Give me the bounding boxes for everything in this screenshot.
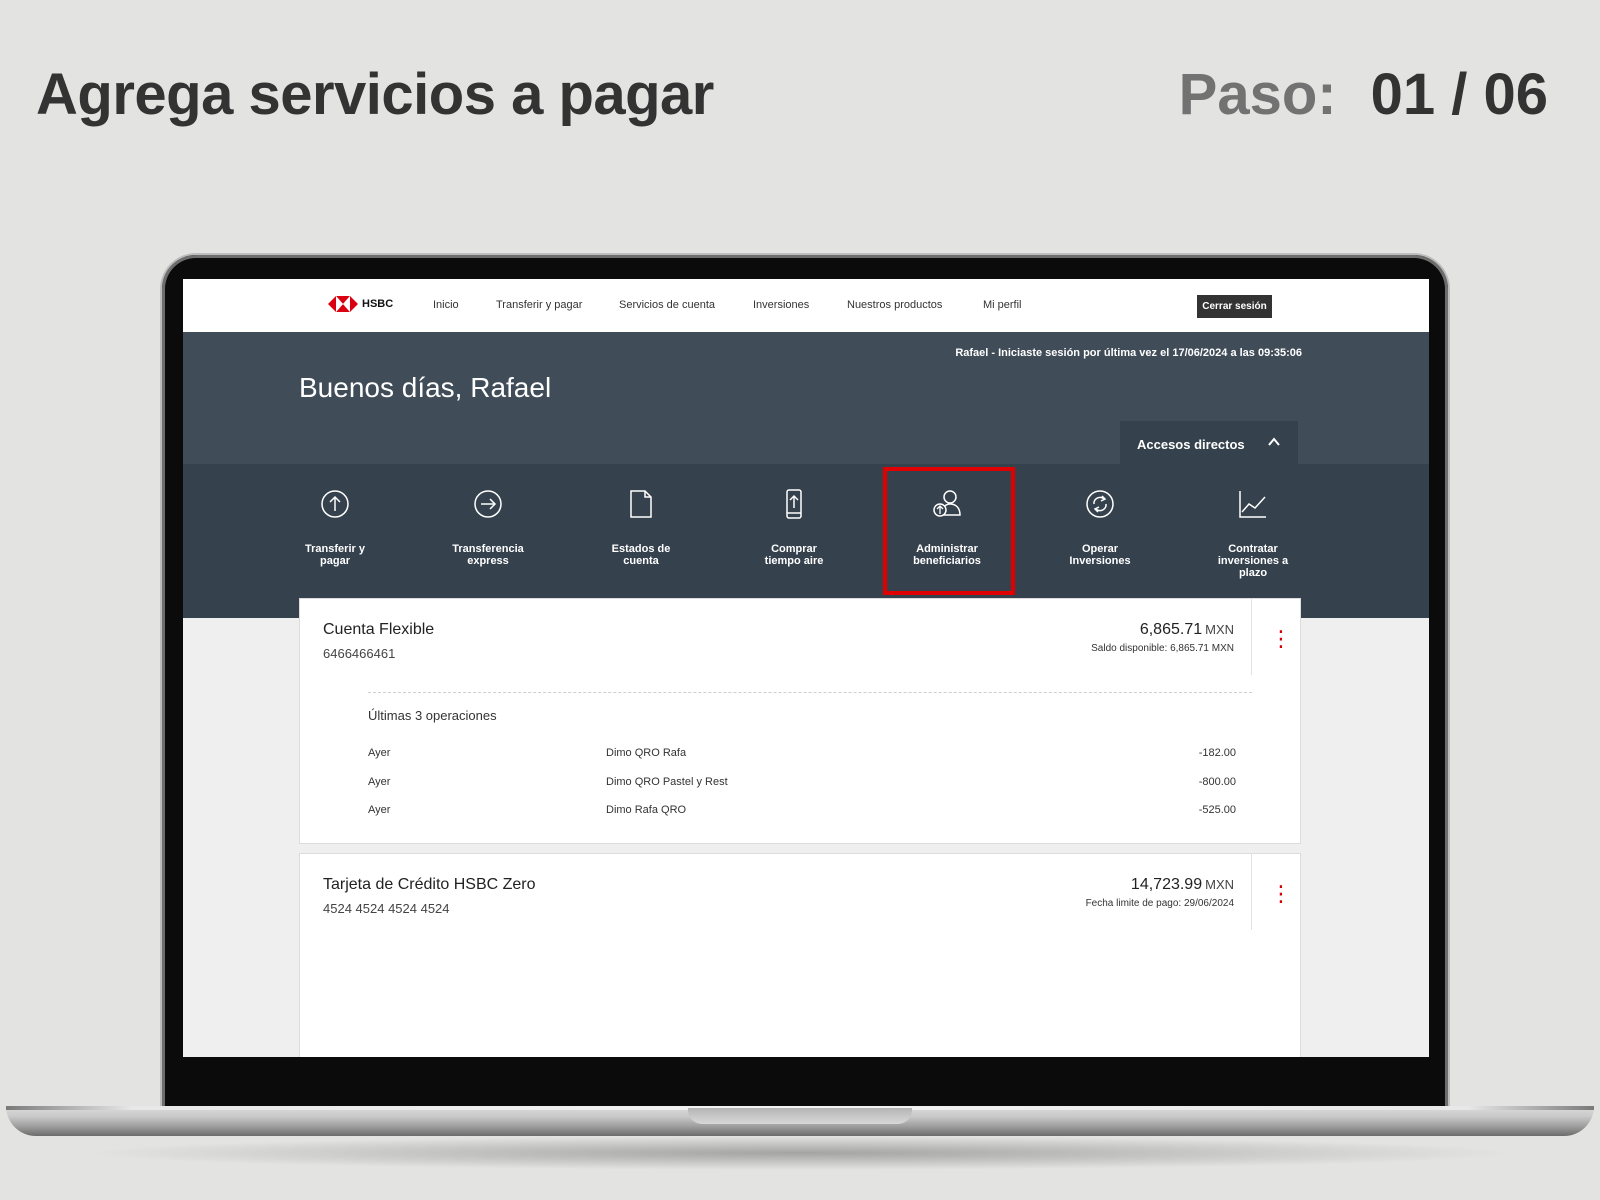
nav-transferir-y-pagar[interactable]: Transferir y pagar [496,299,582,311]
operation-row: Ayer Dimo Rafa QRO -525.00 [368,804,1236,818]
highlight-box [883,467,1015,595]
account-number: 6466466461 [323,646,396,661]
kebab-menu-icon[interactable]: ⋮ [1270,628,1292,650]
logout-button[interactable]: Cerrar sesión [1197,295,1272,318]
step-indicator: Paso: 01 / 06 [1179,66,1548,124]
top-navbar: HSBC Inicio Transferir y pagar Servicios… [183,279,1429,333]
account-name: Cuenta Flexible [323,621,435,638]
nav-mi-perfil[interactable]: Mi perfil [983,299,1022,311]
phone-upload-icon [786,489,802,519]
greeting: Buenos días, Rafael [299,372,552,403]
kebab-menu-icon[interactable]: ⋮ [1270,883,1292,905]
accesos-directos-label: Accesos directos [1137,437,1245,452]
account-card-tarjeta-credito[interactable]: Tarjeta de Crédito HSBC Zero 4524 4524 4… [299,853,1301,1057]
step-value: 01 / 06 [1370,62,1548,127]
shortcut-label: Transferencia [452,543,524,555]
account-name: Tarjeta de Crédito HSBC Zero [323,876,536,893]
nav-inversiones[interactable]: Inversiones [753,299,809,311]
shortcut-label: Estados de [611,543,671,555]
laptop-screen: HSBC Inicio Transferir y pagar Servicios… [183,279,1429,1057]
balance-amount: 6,865.71 [1139,621,1203,638]
step-label: Paso: [1178,62,1337,127]
balance-currency: MXN [1205,877,1234,892]
shortcut-label: express [467,555,509,567]
account-balance: 14,723.99 MXN [1131,876,1234,894]
arrow-right-circle-icon [474,490,502,518]
laptop-shadow [80,1136,1520,1170]
nav-inicio[interactable]: Inicio [433,299,459,311]
account-number: 4524 4524 4524 4524 [323,901,450,916]
chevron-up-icon [1268,437,1280,446]
operation-row: Ayer Dimo QRO Rafa -182.00 [368,747,1236,761]
card-divider [1251,854,1252,930]
hero-banner: Rafael - Iniciaste sesión por última vez… [183,332,1429,464]
account-card-cuenta-flexible[interactable]: Cuenta Flexible 6466466461 6,865.71 MXN S… [299,598,1301,844]
shortcut-label: cuenta [623,555,659,567]
shortcut-label: Operar [1081,543,1119,555]
operations-title: Últimas 3 operaciones [368,708,497,723]
shortcut-label: Transferir y [305,543,365,555]
operation-amount: -182.00 [1198,747,1236,759]
card-divider [1251,599,1252,675]
operation-description: Dimo QRO Pastel y Rest [606,776,728,788]
shortcut-label: inversiones a [1217,555,1289,567]
operation-date: Ayer [368,747,391,759]
operations-separator [368,692,1252,693]
account-balance: 6,865.71 MXN [1140,621,1234,639]
shortcut-label: Contratar [1228,543,1278,555]
operation-date: Ayer [368,776,391,788]
operation-amount: -800.00 [1198,776,1236,788]
operation-amount: -525.00 [1198,804,1236,816]
shortcut-label: Inversiones [1069,555,1131,567]
hsbc-logo[interactable]: HSBC [328,296,393,312]
accesos-directos-toggle[interactable]: Accesos directos [1120,421,1298,464]
arrow-up-circle-icon [321,490,349,518]
shortcut-label: tiempo aire [764,555,824,567]
available-balance: Saldo disponible: 6,865.71 MXN [1091,643,1234,654]
payment-due-date: Fecha limite de pago: 29/06/2024 [1085,898,1234,909]
shortcut-label: plazo [1238,567,1268,579]
last-login-text: Rafael - Iniciaste sesión por última vez… [955,347,1302,359]
shortcut-label: pagar [320,555,350,567]
operation-date: Ayer [368,804,391,816]
balance-currency: MXN [1205,622,1234,637]
refresh-circle-icon [1086,490,1114,518]
logo-text: HSBC [362,298,394,310]
laptop-notch [688,1108,912,1124]
nav-nuestros-productos[interactable]: Nuestros productos [847,299,942,311]
slide-title: Agrega servicios a pagar [36,62,714,127]
operation-description: Dimo QRO Rafa [606,747,687,759]
balance-amount: 14,723.99 [1130,876,1203,893]
operation-row: Ayer Dimo QRO Pastel y Rest -800.00 [368,776,1236,790]
shortcut-label: Comprar [771,543,817,555]
shortcuts-panel: Transferir y pagar Transferencia express… [183,464,1429,618]
line-chart-icon [1239,491,1266,518]
document-icon [630,490,652,518]
operation-description: Dimo Rafa QRO [606,804,687,816]
hsbc-hexagon-icon [328,296,358,312]
nav-servicios-de-cuenta[interactable]: Servicios de cuenta [619,299,715,311]
